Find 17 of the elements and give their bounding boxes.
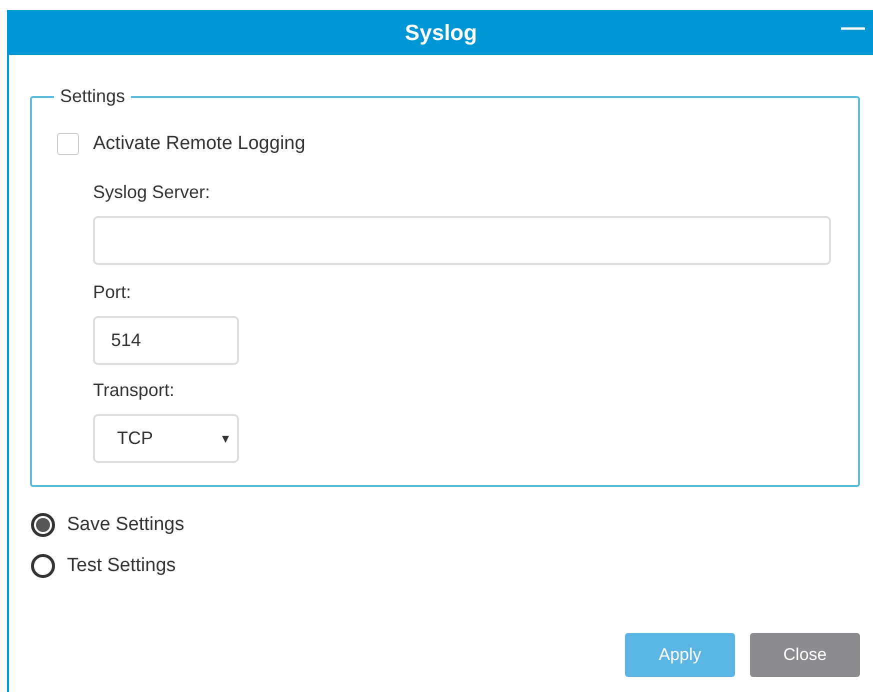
group-legend: Settings — [54, 83, 132, 110]
field-label: Transport: — [93, 378, 176, 402]
radio-label: Save Settings — [67, 513, 184, 537]
radio-label: Test Settings — [67, 554, 176, 578]
server-input-field[interactable] — [93, 216, 831, 264]
close-button[interactable]: Close — [750, 633, 860, 677]
apply-button[interactable]: Apply — [625, 633, 735, 677]
field-label: Port: — [93, 280, 132, 304]
window-title: Syslog — [404, 19, 478, 47]
port-input-field[interactable]: 514 — [93, 316, 239, 364]
field-label: Syslog Server: — [93, 180, 212, 204]
radio-button[interactable] — [31, 513, 55, 538]
checkbox[interactable] — [57, 133, 79, 156]
radio-button[interactable] — [31, 554, 55, 578]
checkbox-label: Activate Remote Logging — [93, 132, 306, 156]
transport-select[interactable]: TCP ▾ — [93, 414, 239, 462]
minimize-button[interactable]: — — [841, 16, 865, 40]
